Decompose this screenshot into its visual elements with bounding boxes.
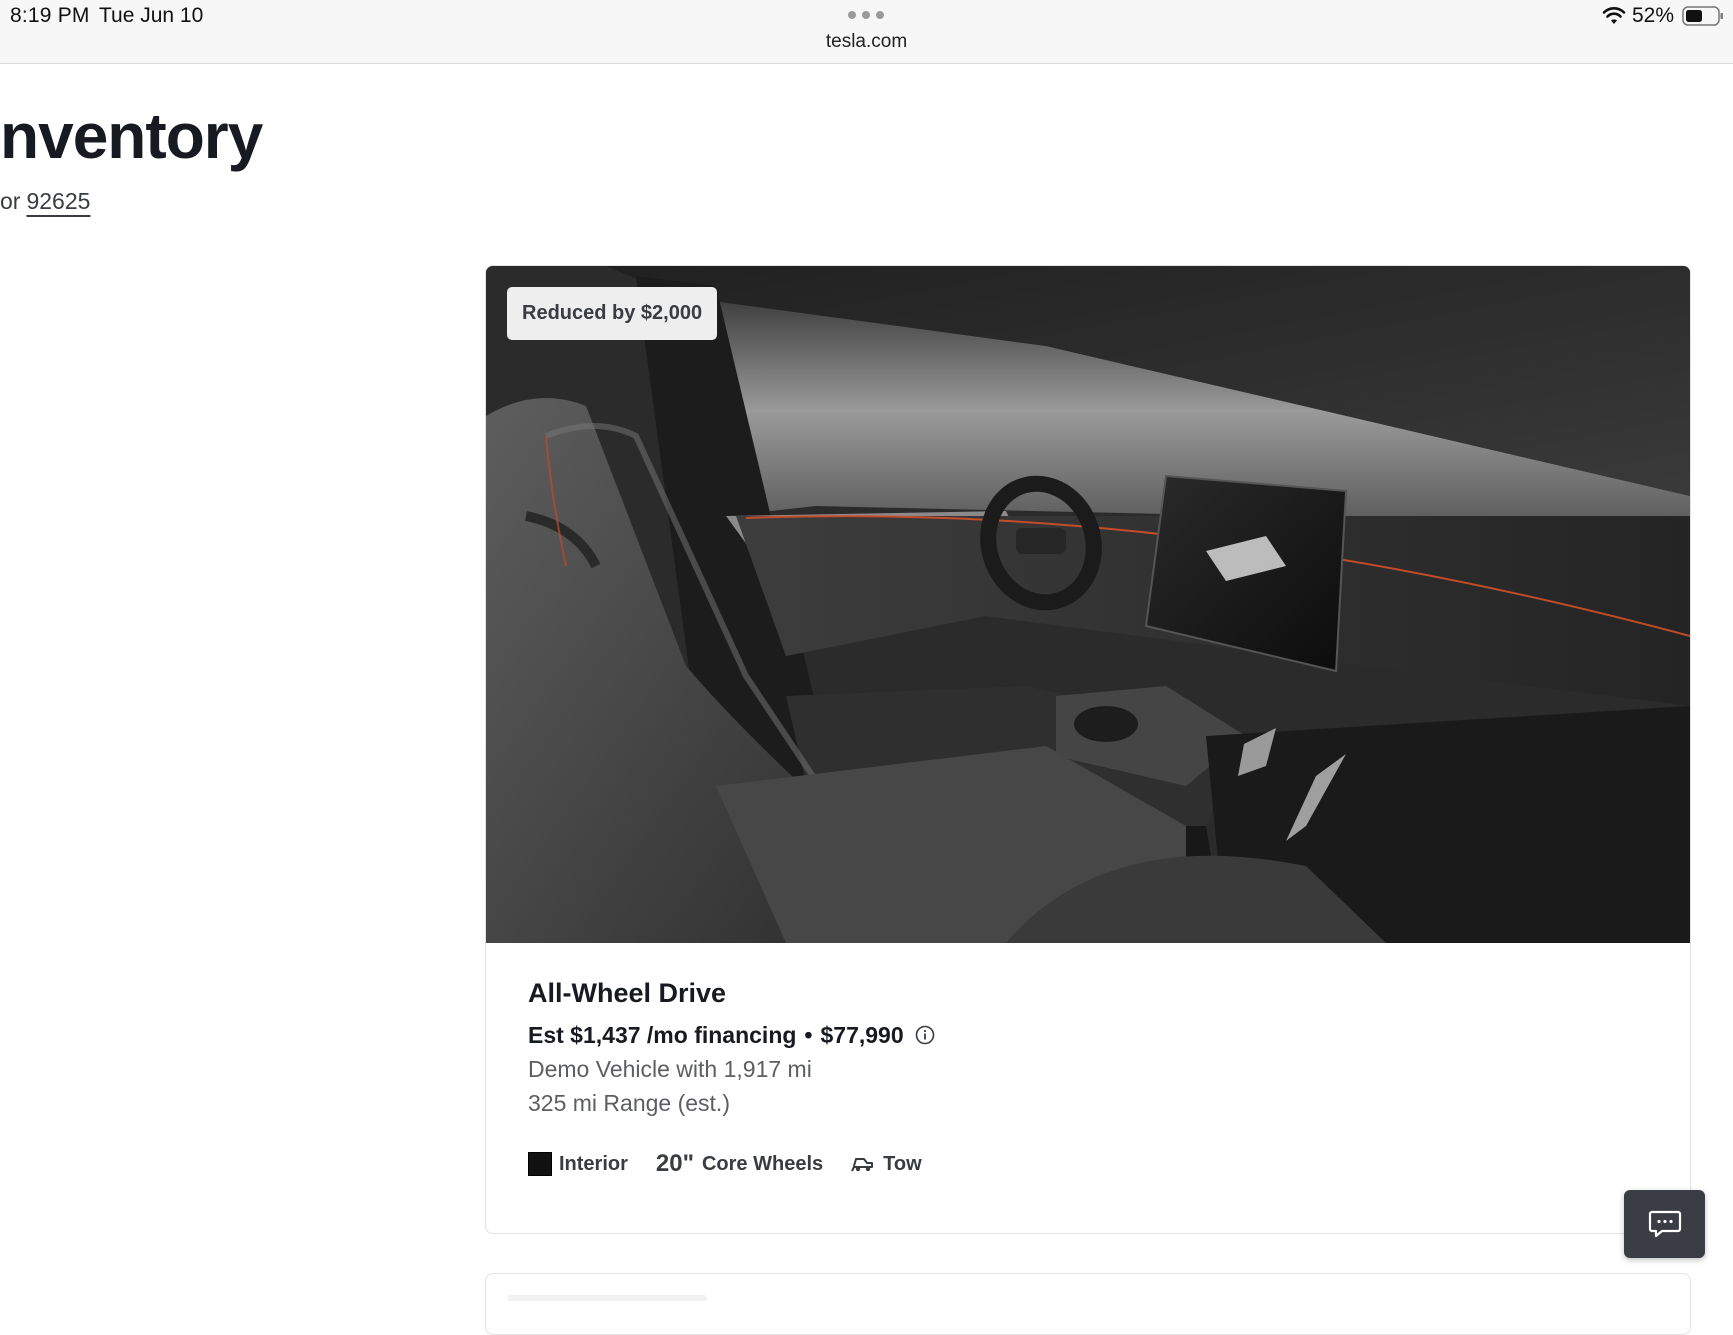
financing-estimate: Est $1,437 /mo financing: [528, 1021, 797, 1048]
status-date: Tue Jun 10: [99, 4, 204, 27]
zip-code-link[interactable]: 92625: [26, 188, 90, 214]
chat-button[interactable]: [1624, 1190, 1705, 1258]
tow-icon: [851, 1158, 874, 1172]
battery-percentage: 52%: [1632, 4, 1675, 27]
wheel-size: 20": [655, 1150, 694, 1177]
wheels-label: Core Wheels: [701, 1152, 824, 1175]
vehicle-info: All-Wheel Drive Est $1,437 /mo financing…: [528, 978, 1648, 1178]
interior-color-swatch: [528, 1152, 552, 1176]
vehicle-model-title[interactable]: All-Wheel Drive: [528, 978, 1648, 1018]
status-time: 8:19 PM: [10, 4, 90, 27]
vehicle-condition: Demo Vehicle with 1,917 mi: [528, 1056, 812, 1082]
wifi-icon: [1602, 7, 1626, 24]
page-title: nventory: [0, 100, 263, 172]
price-reduced-badge: Reduced by $2,000: [507, 287, 718, 340]
vehicle-price: $77,990: [820, 1021, 904, 1048]
feature-tow: Tow: [851, 1153, 922, 1176]
feature-list: Interior 20" Core Wheels Tow: [528, 1150, 1648, 1178]
feature-wheels: 20" Core Wheels: [656, 1150, 823, 1178]
multitasking-dots-icon[interactable]: [848, 11, 884, 20]
vehicle-card[interactable]: Reduced by $2,000 All-Wheel Drive Est $1…: [485, 265, 1691, 1234]
price-separator: •: [804, 1021, 813, 1048]
feature-interior: Interior: [528, 1152, 628, 1176]
info-icon[interactable]: [915, 1025, 935, 1045]
vehicle-card-next[interactable]: [485, 1273, 1691, 1335]
zip-line: or 92625: [0, 188, 90, 215]
tow-label: Tow: [883, 1152, 922, 1175]
status-bar: 8:19 PM Tue Jun 10 tesla.com 52%: [0, 0, 1733, 64]
price-line: Est $1,437 /mo financing • $77,990: [528, 1018, 1648, 1052]
address-bar-url[interactable]: tesla.com: [0, 31, 1733, 53]
vehicle-range: 325 mi Range (est.): [528, 1090, 730, 1116]
next-card-placeholder: [507, 1295, 707, 1301]
battery-icon: [1682, 6, 1723, 26]
vehicle-interior-image[interactable]: Reduced by $2,000: [486, 266, 1690, 943]
chat-icon: [1648, 1210, 1681, 1238]
interior-label: Interior: [559, 1152, 628, 1175]
interior-illustration: [486, 266, 1690, 943]
zip-prefix: or: [0, 188, 21, 214]
